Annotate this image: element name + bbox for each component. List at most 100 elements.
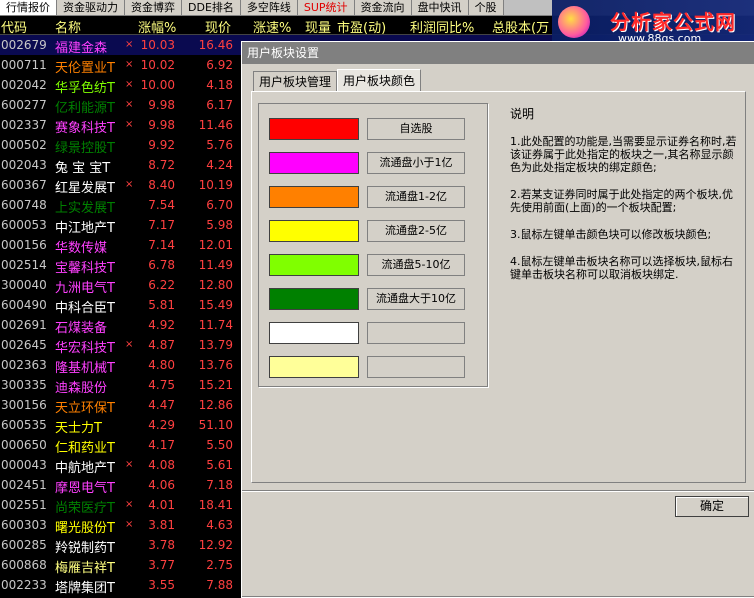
cell-chg: 6.78 — [148, 258, 175, 272]
sector-name-button[interactable]: 流通盘小于1亿 — [367, 152, 465, 174]
cell-code: 600748 — [1, 198, 47, 212]
cell-mark: × — [125, 179, 134, 190]
cell-mark: × — [125, 339, 134, 350]
cell-price: 2.75 — [206, 558, 233, 572]
cell-code: 002233 — [1, 578, 47, 592]
cell-code: 600053 — [1, 218, 47, 232]
cell-chg: 9.98 — [148, 118, 175, 132]
cell-code: 002451 — [1, 478, 47, 492]
cell-chg: 10.02 — [140, 58, 175, 72]
tab-3[interactable]: DDE排名 — [182, 0, 241, 15]
cell-price: 5.98 — [206, 218, 233, 232]
cell-name: 石煤装备 — [55, 321, 108, 336]
sector-name-button[interactable]: 自选股 — [367, 118, 465, 140]
color-swatch[interactable] — [269, 322, 359, 344]
ok-button[interactable]: 确定 — [675, 496, 749, 517]
cell-price: 7.88 — [206, 578, 233, 592]
cell-name: 红星发展T — [55, 181, 115, 196]
tab-2[interactable]: 资金博弈 — [125, 0, 182, 15]
cell-chg: 10.00 — [140, 78, 175, 92]
cell-chg: 9.92 — [148, 138, 175, 152]
cell-code: 600367 — [1, 178, 47, 192]
sector-name-button[interactable]: 流通盘2-5亿 — [367, 220, 465, 242]
tab-0[interactable]: 行情报价 — [0, 0, 57, 15]
cell-name: 中江地产T — [55, 221, 115, 236]
cell-chg: 8.40 — [148, 178, 175, 192]
cell-chg: 4.92 — [148, 318, 175, 332]
tab-sector-color[interactable]: 用户板块颜色 — [337, 69, 422, 92]
cell-mark: × — [125, 99, 134, 110]
sector-name-button[interactable] — [367, 322, 465, 344]
tab-5[interactable]: SUP统计 — [297, 0, 355, 15]
cell-code: 002551 — [1, 498, 47, 512]
cell-name: 兔 宝 宝T — [55, 161, 111, 176]
cell-name: 绿景控股T — [55, 141, 115, 156]
cell-chg: 4.06 — [148, 478, 175, 492]
cell-chg: 4.75 — [148, 378, 175, 392]
cell-code: 300040 — [1, 278, 47, 292]
cell-name: 亿利能源T — [55, 101, 115, 116]
column-header[interactable]: 名称 — [55, 17, 81, 36]
column-header[interactable]: 涨幅% — [138, 17, 176, 36]
column-header[interactable]: 总股本(万 — [492, 17, 549, 36]
tab-8[interactable]: 个股 — [468, 0, 504, 15]
column-header[interactable]: 涨速% — [253, 17, 291, 36]
cell-chg: 4.47 — [148, 398, 175, 412]
cell-price: 11.49 — [198, 258, 233, 272]
sector-name-button[interactable]: 流通盘1-2亿 — [367, 186, 465, 208]
cell-code: 600535 — [1, 418, 47, 432]
cell-name: 曙光股份T — [55, 521, 115, 536]
cell-code: 002337 — [1, 118, 47, 132]
cell-code: 002645 — [1, 338, 47, 352]
cell-code: 600868 — [1, 558, 47, 572]
cell-name: 华宏科技T — [55, 341, 115, 356]
sector-name-button[interactable] — [367, 356, 465, 378]
cell-name: 仁和药业T — [55, 441, 115, 456]
cell-price: 15.21 — [198, 378, 233, 392]
sector-name-button[interactable]: 流通盘大于10亿 — [367, 288, 465, 310]
column-header[interactable]: 市盈(动) — [337, 17, 386, 36]
cell-name: 福建金森 — [55, 41, 108, 56]
description-item: 4.鼠标左键单击板块名称可以选择板块,鼠标右键单击板块名称可以取消板块绑定. — [510, 255, 733, 281]
cell-name: 中科合臣T — [55, 301, 115, 316]
color-swatch[interactable] — [269, 220, 359, 242]
column-header[interactable]: 现量 — [305, 17, 331, 36]
cell-price: 5.61 — [206, 458, 233, 472]
color-swatch[interactable] — [269, 288, 359, 310]
column-header[interactable]: 利润同比% — [410, 17, 474, 36]
cell-code: 000502 — [1, 138, 47, 152]
description: 说明 1.此处配置的功能是,当需要显示证券名称时,若该证券属于此处指定的板块之一… — [510, 108, 738, 295]
logo-title: 分析家公式网 — [610, 10, 736, 34]
cell-chg: 10.03 — [140, 38, 175, 52]
column-header[interactable]: 现价 — [205, 17, 231, 36]
color-swatch[interactable] — [269, 356, 359, 378]
tab-sector-manage[interactable]: 用户板块管理 — [253, 71, 338, 92]
cell-chg: 4.80 — [148, 358, 175, 372]
tab-4[interactable]: 多空阵线 — [240, 0, 298, 15]
cell-code: 002691 — [1, 318, 47, 332]
cell-price: 15.49 — [198, 298, 233, 312]
description-title: 说明 — [510, 107, 535, 121]
cell-chg: 4.87 — [148, 338, 175, 352]
color-swatch[interactable] — [269, 118, 359, 140]
column-header[interactable]: 代码 — [1, 17, 27, 36]
cell-price: 11.46 — [198, 118, 233, 132]
tab-6[interactable]: 资金流向 — [354, 0, 412, 15]
sector-name-button[interactable]: 流通盘5-10亿 — [367, 254, 465, 276]
cell-code: 000043 — [1, 458, 47, 472]
cell-chg: 4.01 — [148, 498, 175, 512]
tab-7[interactable]: 盘中快讯 — [411, 0, 469, 15]
cell-mark: × — [125, 499, 134, 510]
cell-code: 600277 — [1, 98, 47, 112]
description-item: 1.此处配置的功能是,当需要显示证券名称时,若该证券属于此处指定的板块之一,其名… — [510, 135, 737, 174]
cell-name: 九洲电气T — [55, 281, 115, 296]
dialog-title: 用户板块设置 — [242, 42, 754, 64]
cell-code: 000711 — [1, 58, 47, 72]
color-swatch[interactable] — [269, 254, 359, 276]
cell-name: 华孚色纺T — [55, 81, 115, 96]
color-swatch[interactable] — [269, 186, 359, 208]
tab-1[interactable]: 资金驱动力 — [57, 0, 125, 15]
cell-name: 中航地产T — [55, 461, 115, 476]
color-swatch[interactable] — [269, 152, 359, 174]
cell-chg: 8.72 — [148, 158, 175, 172]
